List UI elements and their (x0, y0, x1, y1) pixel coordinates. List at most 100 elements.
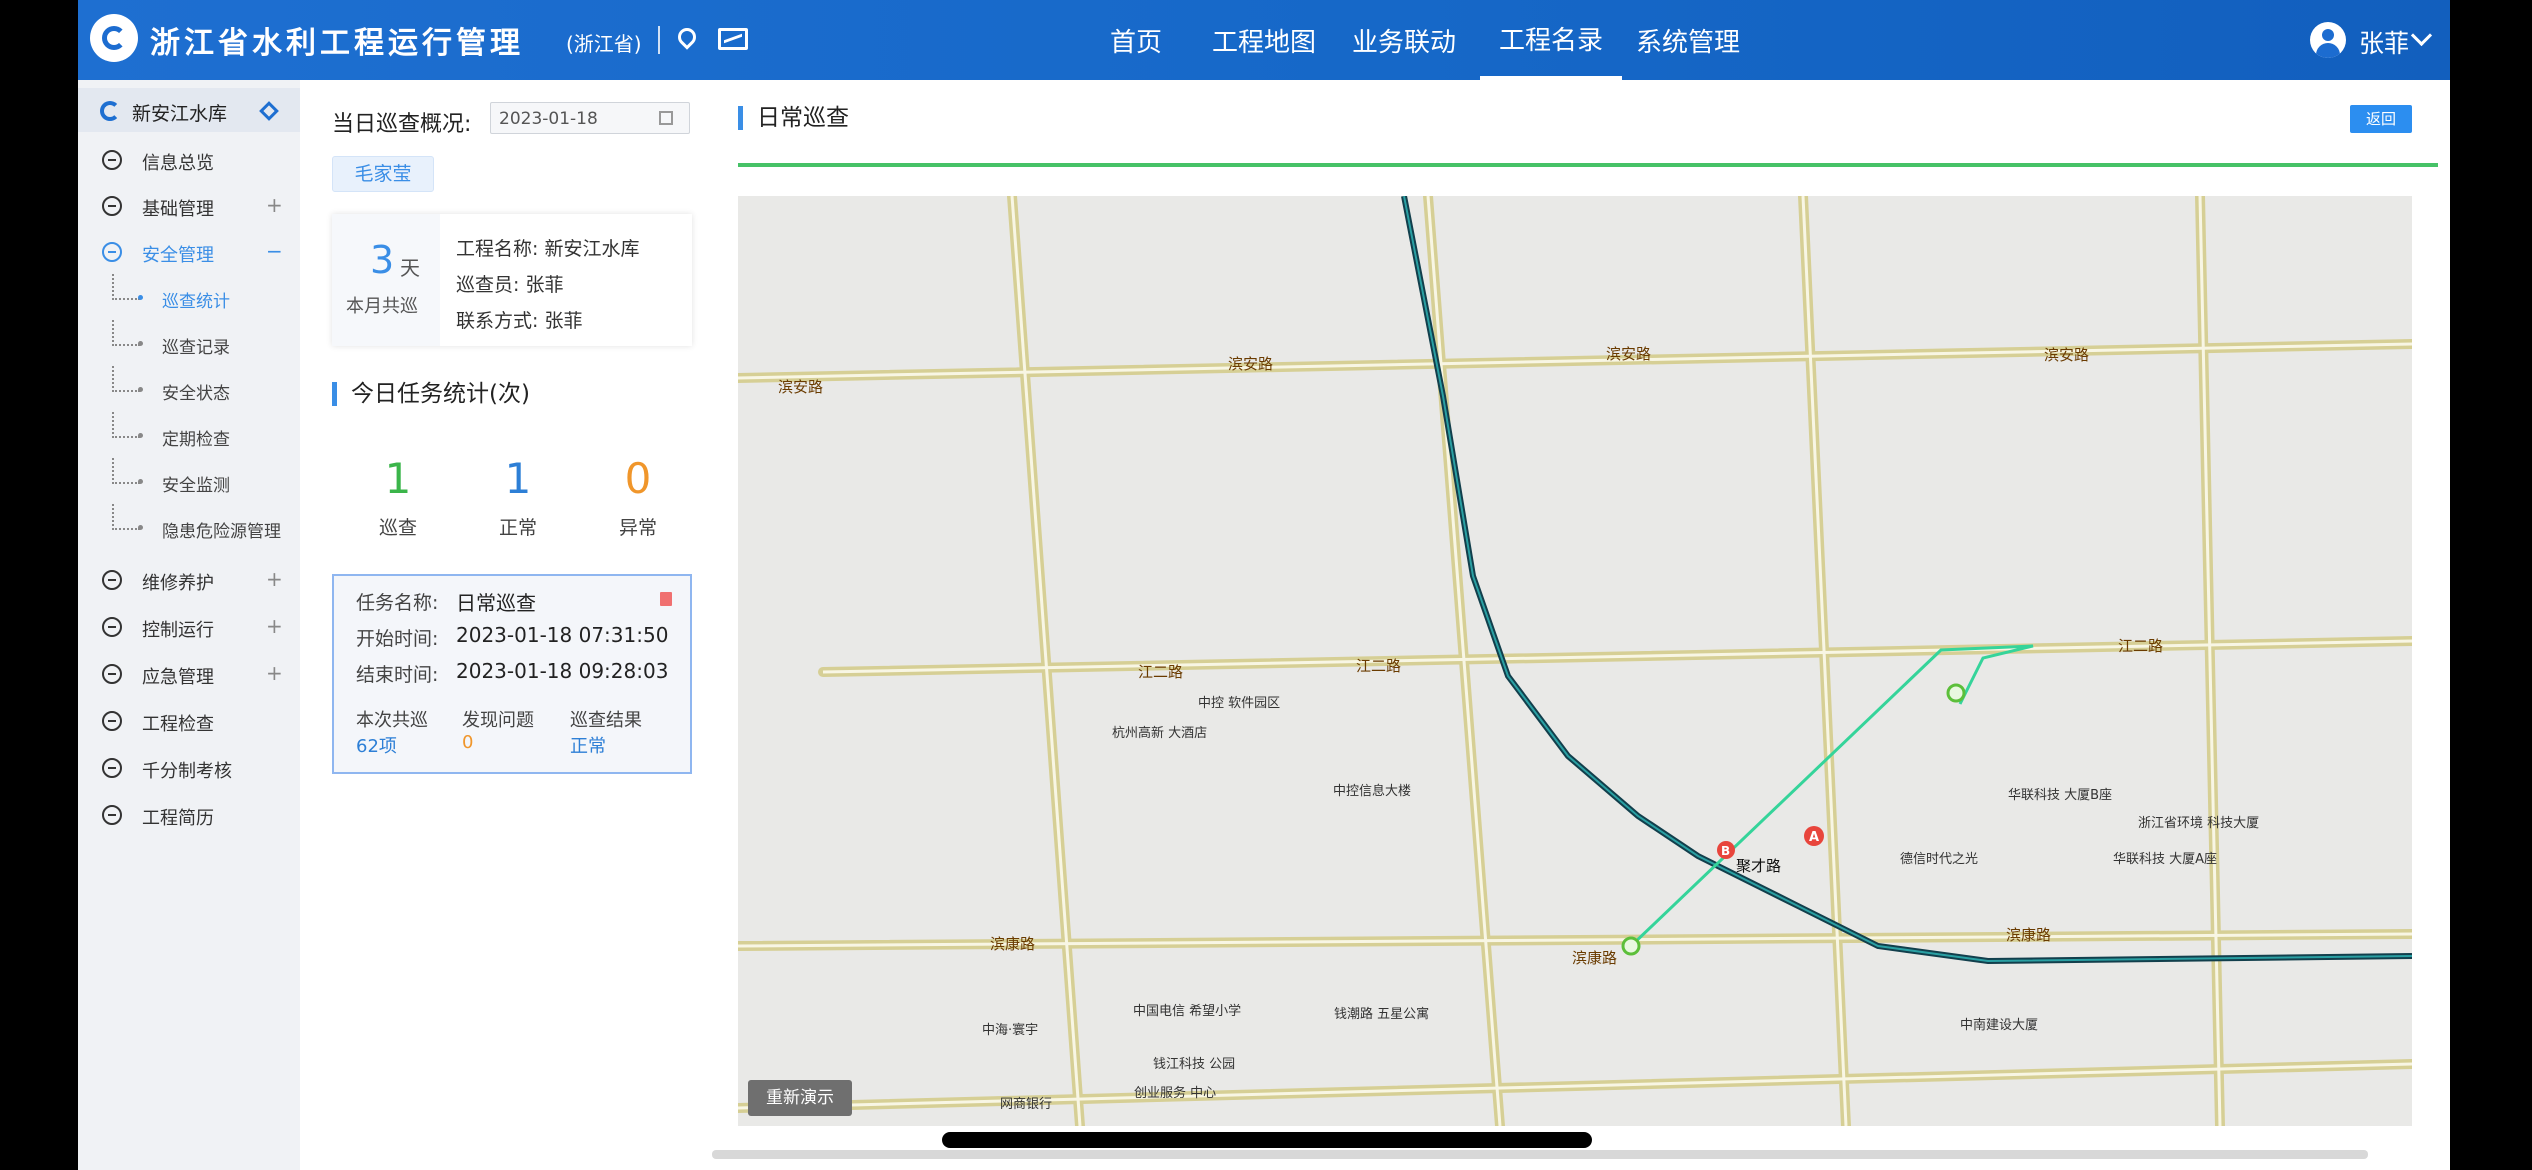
stat-abnormal-label: 异常 (618, 517, 657, 539)
detail-title: 日常巡查 (738, 106, 849, 130)
patrol-overview-panel: 当日巡查概况: 2023-01-18 毛家莹 3 天 本月共巡 工程名称: 新安… (300, 80, 700, 1170)
road-label: 滨安路 (1228, 355, 1273, 373)
road-label: 聚才路 (1736, 857, 1781, 875)
poi-label: 华联科技 大厦B座 (2008, 788, 2112, 803)
sidebar-sub-safety-status[interactable]: 安全状态 (78, 366, 300, 412)
delete-icon[interactable] (660, 592, 672, 606)
sidebar-sub-label: 隐患危险源管理 (162, 522, 281, 542)
collapse-icon[interactable]: − (266, 239, 283, 263)
sidebar-item-info-overview[interactable]: 信息总览 (78, 136, 300, 182)
sidebar-item-label: 千分制考核 (142, 761, 232, 782)
sidebar-item-project-inspection[interactable]: 工程检查 (78, 697, 300, 743)
screen-chart-icon[interactable] (718, 28, 748, 50)
start-time-label: 开始时间: (356, 628, 439, 650)
overview-label: 当日巡查概况: (332, 112, 472, 137)
poi-label: 中南建设大厦 (1960, 1017, 2038, 1033)
horizontal-scrollbar[interactable] (712, 1150, 2368, 1159)
project-name: 新安江水库 (132, 103, 228, 125)
task-card[interactable]: 任务名称: 日常巡查 开始时间: 2023-01-18 07:31:50 结束时… (332, 574, 692, 774)
expand-icon[interactable]: + (266, 661, 283, 685)
expand-icon[interactable]: + (266, 614, 283, 638)
menu-circle-icon (102, 570, 122, 590)
stat-normal: 1 正常 (458, 454, 578, 540)
tree-line (112, 366, 140, 392)
header-divider (658, 26, 660, 54)
sidebar-sub-hazard-management[interactable]: 隐患危险源管理 (78, 504, 300, 550)
chevron-down-icon[interactable] (2410, 24, 2433, 47)
road-layer (738, 196, 2412, 1126)
nav-home[interactable]: 首页 (1094, 0, 1178, 80)
road-line (738, 342, 2412, 380)
monthly-summary-card: 3 天 本月共巡 工程名称: 新安江水库 巡查员: 张菲 联系方式: 张菲 (332, 214, 692, 346)
sidebar-sub-patrol-stats[interactable]: 巡查统计 (78, 274, 300, 320)
stat-abnormal-value: 0 (624, 454, 652, 503)
sidebar-sub-label: 安全状态 (162, 384, 230, 404)
expand-icon[interactable]: + (266, 193, 283, 217)
tree-dot (138, 525, 143, 530)
menu-circle-icon (102, 711, 122, 731)
sidebar-sub-patrol-records[interactable]: 巡查记录 (78, 320, 300, 366)
contact-line: 联系方式: 张菲 (456, 310, 583, 332)
road-label: 江二路 (1356, 657, 1401, 675)
user-avatar-icon[interactable] (2310, 22, 2346, 58)
logo-icon (90, 14, 138, 62)
tree-dot (138, 341, 143, 346)
menu-circle-icon (102, 664, 122, 684)
sidebar-item-emergency-management[interactable]: 应急管理 + (78, 650, 300, 696)
nav-project-map[interactable]: 工程地图 (1202, 0, 1326, 80)
issues-label: 发现问题 (462, 710, 534, 731)
user-name[interactable]: 张菲 (2359, 24, 2409, 60)
patrol-detail-panel: 日常巡查 返回 滨安路 滨安路 滨安路 滨安路 江二路 江二路 江二路 滨康路 … (738, 80, 2450, 1170)
nav-project-directory[interactable]: 工程名录 (1480, 0, 1622, 80)
sidebar-sub-label: 巡查记录 (162, 338, 230, 358)
location-pin-icon[interactable] (674, 24, 700, 50)
top-header: 浙江省水利工程运行管理 (浙江省) 首页 工程地图 业务联动 工程名录 系统管理… (78, 0, 2450, 80)
days-label: 本月共巡 (346, 296, 418, 317)
tree-dot (138, 479, 143, 484)
tree-dot (138, 433, 143, 438)
menu-circle-icon (102, 150, 122, 170)
sidebar-sub-periodic-check[interactable]: 定期检查 (78, 412, 300, 458)
replay-button[interactable]: 重新演示 (748, 1080, 852, 1116)
poi-label: 创业服务 中心 (1134, 1085, 1216, 1101)
sidebar-item-label: 信息总览 (142, 153, 214, 174)
stat-patrol-value: 1 (384, 454, 412, 503)
issues-value: 0 (462, 732, 474, 753)
sidebar-item-safety-management[interactable]: 安全管理 − (78, 228, 300, 274)
track-line-highlight (1403, 196, 2412, 963)
expand-icon[interactable]: + (266, 567, 283, 591)
poi-label: 中海·寰宇 (982, 1022, 1038, 1038)
sidebar-item-basic-management[interactable]: 基础管理 + (78, 182, 300, 228)
nav-business-link[interactable]: 业务联动 (1342, 0, 1466, 80)
sidebar-item-control-operation[interactable]: 控制运行 + (78, 603, 300, 649)
route-start-marker[interactable] (1621, 936, 1641, 956)
task-stats-title: 今日任务统计(次) (332, 382, 530, 406)
sidebar-item-project-history[interactable]: 工程简历 (78, 791, 300, 837)
sidebar-sub-label: 定期检查 (162, 430, 230, 450)
back-button[interactable]: 返回 (2350, 105, 2412, 133)
poi-label: 浙江省环境 科技大厦 (2138, 816, 2259, 831)
province-label: (浙江省) (566, 32, 642, 56)
project-selector[interactable]: 新安江水库 (78, 88, 300, 132)
sidebar-item-maintenance[interactable]: 维修养护 + (78, 556, 300, 602)
days-count: 3 (370, 238, 395, 282)
sidebar-sub-label: 巡查统计 (162, 292, 230, 312)
start-time: 2023-01-18 07:31:50 (456, 623, 669, 647)
marker-a-label: A (1809, 830, 1819, 845)
sidebar-item-scoring-assessment[interactable]: 千分制考核 (78, 744, 300, 790)
inspector-tag[interactable]: 毛家莹 (332, 156, 434, 192)
nav-system-management[interactable]: 系统管理 (1626, 0, 1750, 80)
calendar-icon[interactable] (659, 111, 673, 125)
days-block: 3 天 本月共巡 (332, 214, 440, 346)
switch-project-icon[interactable] (259, 101, 279, 121)
route-end-marker[interactable] (1946, 683, 1966, 703)
tree-line (112, 274, 140, 300)
road-label: 滨安路 (1606, 345, 1651, 363)
date-value: 2023-01-18 (499, 109, 598, 129)
poi-label: 中控 软件园区 (1198, 696, 1280, 711)
date-picker[interactable]: 2023-01-18 (490, 102, 690, 134)
sidebar-sub-safety-monitoring[interactable]: 安全监测 (78, 458, 300, 504)
map-canvas[interactable]: 滨安路 滨安路 滨安路 滨安路 江二路 江二路 江二路 滨康路 滨康路 滨康路 … (738, 196, 2412, 1126)
road-line (738, 1062, 2412, 1110)
route-map[interactable]: 滨安路 滨安路 滨安路 滨安路 江二路 江二路 江二路 滨康路 滨康路 滨康路 … (738, 196, 2412, 1126)
